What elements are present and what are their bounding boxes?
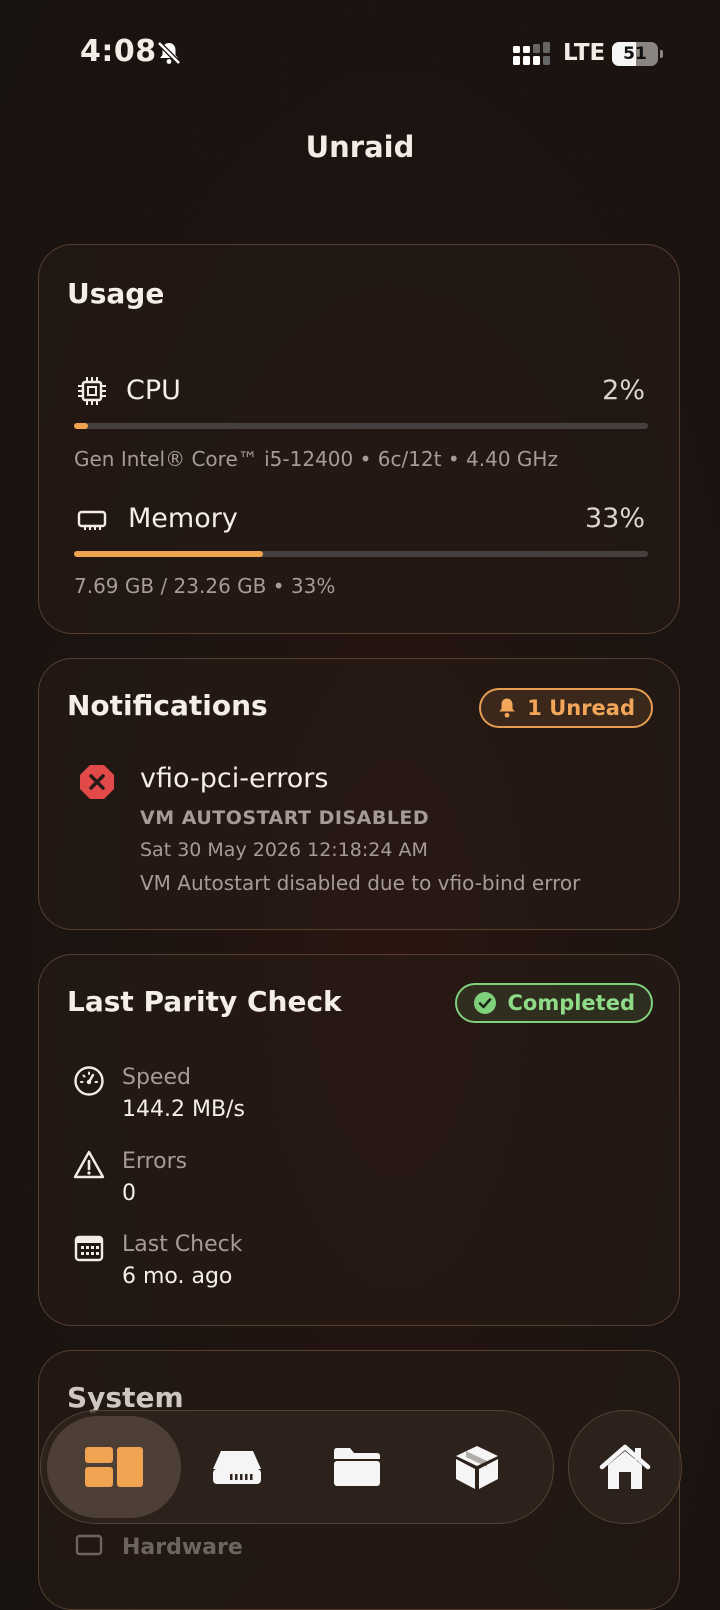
bell-icon [499,698,515,718]
tab-containers[interactable] [421,1411,533,1523]
speed-value: 144.2 MB/s [122,1097,245,1122]
notifications-title: Notifications [67,689,268,722]
home-icon [599,1444,651,1489]
cpu-detail: Gen Intel® Core™ i5-12400 • 6c/12t • 4.4… [74,447,558,471]
battery-icon: 51 [612,42,664,66]
network-type: LTE [563,40,606,66]
status-bar: 4:08 LTE 51 [0,0,720,100]
tab-files[interactable] [301,1411,413,1523]
tab-storage[interactable] [181,1411,293,1523]
memory-icon [77,510,107,530]
cpu-label: CPU [126,375,181,406]
notification-name[interactable]: vfio-pci-errors [140,763,328,794]
errors-value: 0 [122,1181,136,1206]
usage-card: Usage CPU 2% Gen Intel® Core™ i5-12400 •… [38,244,680,634]
status-time: 4:08 [80,34,157,69]
cpu-icon [78,377,106,405]
hardware-icon [75,1534,103,1556]
speedometer-icon [74,1066,104,1096]
memory-progress-fill [74,551,264,557]
parity-title: Last Parity Check [67,985,342,1018]
last-check-label: Last Check [122,1232,243,1257]
memory-label: Memory [128,503,238,534]
errors-label: Errors [122,1149,188,1174]
memory-value: 33% [584,503,645,534]
unread-badge-label: 1 Unread [527,696,635,720]
cpu-progress-fill [74,423,89,429]
calendar-icon [74,1235,104,1262]
notification-timestamp: Sat 30 May 2026 12:18:24 AM [140,839,428,861]
signal-icon [513,42,550,65]
memory-detail: 7.69 GB / 23.26 GB • 33% [74,574,336,598]
box-icon [456,1446,498,1489]
tab-dashboard[interactable] [47,1416,181,1518]
cpu-value: 2% [602,375,645,406]
bell-muted-icon [157,41,181,65]
page-title: Unraid [305,130,415,164]
memory-progress-bar [74,551,648,557]
notifications-card[interactable]: Notifications 1 Unread vfio-pci-errors V… [38,658,680,930]
status-badge: Completed [455,983,653,1023]
hardware-label: Hardware [122,1535,243,1560]
folder-icon [334,1448,380,1486]
notification-subject: VM AUTOSTART DISABLED [140,807,430,829]
storage-icon [213,1451,261,1484]
cpu-progress-bar [74,423,648,429]
status-badge-label: Completed [507,991,635,1015]
dashboard-icon [85,1447,143,1487]
home-button[interactable] [568,1410,682,1524]
battery-level: 51 [623,44,647,64]
usage-title: Usage [67,277,165,310]
speed-label: Speed [122,1065,191,1090]
check-circle-icon [474,992,497,1014]
tab-bar [40,1410,554,1524]
notification-message: VM Autostart disabled due to vfio-bind e… [140,871,581,895]
error-icon [80,765,114,799]
last-check-value: 6 mo. ago [122,1264,233,1289]
unread-badge[interactable]: 1 Unread [479,688,653,728]
warning-icon [73,1150,105,1179]
parity-card: Last Parity Check Completed Speed 144.2 … [38,954,680,1326]
